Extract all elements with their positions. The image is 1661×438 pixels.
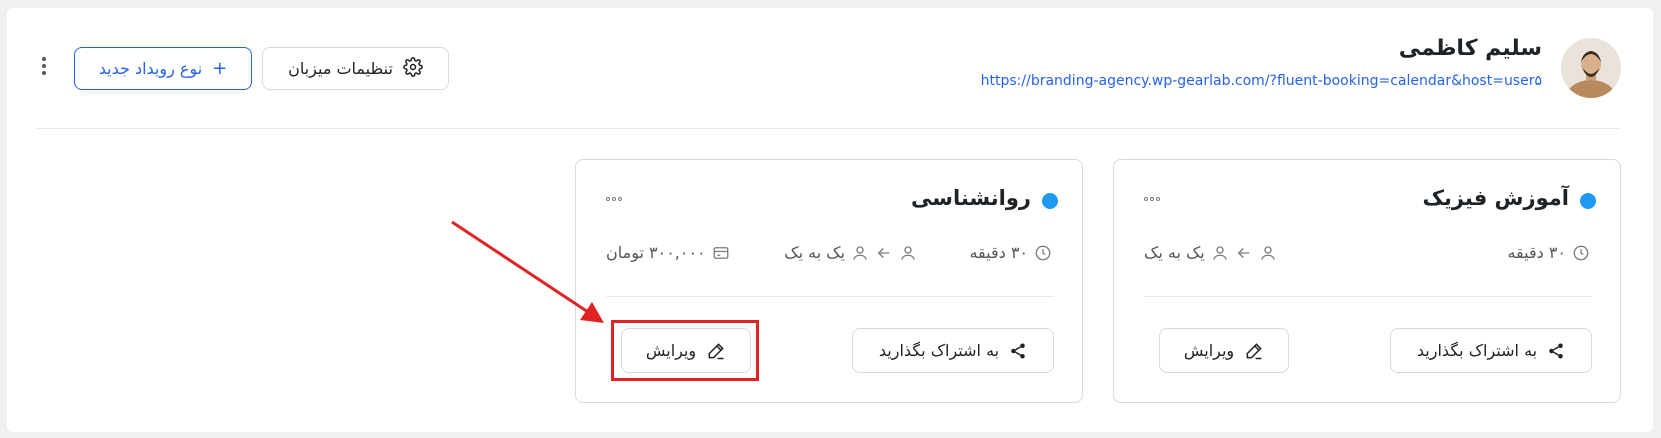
event-title[interactable]: آموزش فیزیک xyxy=(1422,186,1569,210)
new-event-type-button[interactable]: + نوع رویداد جدید xyxy=(74,47,252,90)
edit-button[interactable]: ویرایش xyxy=(1159,328,1289,373)
status-dot xyxy=(1042,193,1058,209)
event-card: آموزش فیزیک ۳۰ دقیقه یک به یک به اشتراک … xyxy=(1113,159,1621,403)
event-duration: ۳۰ دقیقه xyxy=(969,243,1052,262)
user-icon xyxy=(1213,245,1227,260)
header-divider xyxy=(36,128,1620,129)
host-settings-button[interactable]: تنظیمات میزبان xyxy=(262,47,449,90)
card-more-icon[interactable] xyxy=(606,197,622,201)
duration-label: ۳۰ دقیقه xyxy=(969,243,1028,262)
status-dot xyxy=(1580,193,1596,209)
avatar[interactable] xyxy=(1561,38,1621,98)
more-options-icon[interactable] xyxy=(34,54,54,78)
plus-icon: + xyxy=(212,58,228,79)
duration-label: ۳۰ دقیقه xyxy=(1507,243,1566,262)
arrow-icon xyxy=(1237,247,1249,258)
edit-label: ویرایش xyxy=(1183,341,1235,360)
user-icon xyxy=(901,245,915,260)
host-settings-label: تنظیمات میزبان xyxy=(288,59,393,78)
event-title[interactable]: روانشناسی xyxy=(911,186,1031,210)
share-icon xyxy=(1011,343,1025,358)
event-type: یک به یک xyxy=(1144,243,1277,262)
event-duration: ۳۰ دقیقه xyxy=(1507,243,1590,262)
clock-icon xyxy=(1035,245,1051,260)
share-button[interactable]: به اشتراک بگذارید xyxy=(852,328,1054,373)
card-divider xyxy=(606,296,1054,297)
credit-card-icon xyxy=(713,246,729,259)
card-more-icon[interactable] xyxy=(1144,197,1160,201)
share-label: به اشتراک بگذارید xyxy=(1416,341,1538,360)
price-label: ۳۰۰,۰۰۰ تومان xyxy=(606,243,706,262)
highlight-box xyxy=(611,320,759,381)
gear-icon xyxy=(403,56,423,81)
host-name: سلیم کاظمی xyxy=(1398,36,1542,61)
share-label: به اشتراک بگذارید xyxy=(878,341,1000,360)
host-url-link[interactable]: https://branding-agency.wp-gearlab.com/?… xyxy=(981,73,1542,89)
share-icon xyxy=(1549,343,1563,358)
event-price: ۳۰۰,۰۰۰ تومان xyxy=(606,243,730,262)
user-icon xyxy=(1261,245,1275,260)
avatar-image-icon xyxy=(1561,38,1621,98)
new-event-type-label: نوع رویداد جدید xyxy=(98,59,203,78)
arrow-icon xyxy=(877,247,890,258)
event-type-label: یک به یک xyxy=(784,243,845,262)
share-button[interactable]: به اشتراک بگذارید xyxy=(1390,328,1592,373)
clock-icon xyxy=(1573,245,1589,260)
card-divider xyxy=(1144,296,1592,297)
pencil-icon xyxy=(1246,342,1262,359)
event-type-label: یک به یک xyxy=(1144,243,1205,262)
user-icon xyxy=(853,245,867,260)
event-type: یک به یک xyxy=(784,243,917,262)
